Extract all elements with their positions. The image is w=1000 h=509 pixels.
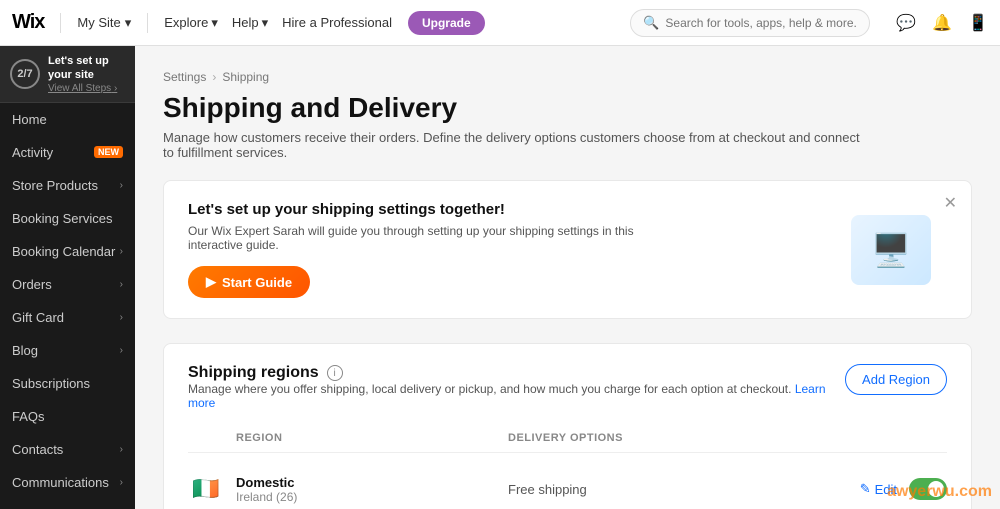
nav-divider-2 (147, 13, 148, 33)
breadcrumb-separator: › (212, 70, 216, 84)
sidebar-item-store-products[interactable]: Store Products › (0, 169, 135, 202)
sidebar-item-communications[interactable]: Communications › (0, 466, 135, 499)
phone-icon[interactable]: 📱 (968, 13, 988, 33)
my-site-label: My Site (77, 15, 120, 30)
search-bar[interactable]: 🔍 (630, 9, 870, 37)
section-title-row: Shipping regions i (188, 364, 845, 382)
breadcrumb-settings[interactable]: Settings (163, 70, 206, 84)
top-navigation: Wix My Site ▾ Explore▾ Help▾ Hire a Prof… (0, 0, 1000, 46)
domestic-region-sub: Ireland (26) (236, 490, 508, 504)
ireland-flag: 🇮🇪 (188, 471, 224, 507)
view-all-steps-link[interactable]: View All Steps › (48, 83, 125, 94)
chevron-right-icon: › (120, 444, 123, 455)
setup-progress-bar[interactable]: 2/7 Let's set up your site View All Step… (0, 46, 135, 103)
banner-content: Let's set up your shipping settings toge… (188, 201, 688, 298)
main-layout: 2/7 Let's set up your site View All Step… (0, 46, 1000, 509)
chevron-right-icon: › (120, 345, 123, 356)
add-region-button[interactable]: Add Region (845, 364, 947, 395)
setup-progress-circle: 2/7 (10, 59, 40, 89)
col-delivery-header: DELIVERY OPTIONS (508, 432, 947, 444)
nav-links: Explore▾ Help▾ Hire a Professional (164, 15, 392, 31)
region-row-domestic: 🇮🇪 Domestic Ireland (26) Free shipping ✎… (188, 457, 947, 509)
domestic-edit-button[interactable]: ✎ Edit (860, 481, 897, 497)
shipping-regions-desc: Manage where you offer shipping, local d… (188, 382, 845, 410)
domestic-region-name: Domestic (236, 475, 508, 490)
shipping-regions-title-block: Shipping regions i Manage where you offe… (188, 364, 845, 426)
sidebar-item-automations[interactable]: Automations (0, 499, 135, 509)
domestic-toggle[interactable] (909, 478, 947, 500)
sidebar-item-blog[interactable]: Blog › (0, 334, 135, 367)
setup-text-block: Let's set up your site View All Steps › (48, 54, 125, 94)
bell-icon[interactable]: 🔔 (932, 13, 952, 33)
toggle-knob (928, 481, 944, 497)
start-guide-icon: ▶ (206, 274, 216, 290)
domestic-delivery-options: Free shipping (508, 482, 860, 497)
sidebar-item-booking-services[interactable]: Booking Services (0, 202, 135, 235)
shipping-regions-header: Shipping regions i Manage where you offe… (188, 364, 947, 426)
sidebar-item-home[interactable]: Home (0, 103, 135, 136)
setup-title: Let's set up your site (48, 54, 125, 83)
main-content: Settings › Shipping Shipping and Deliver… (135, 46, 1000, 509)
banner-illustration-icon: 🖥️ (871, 231, 911, 269)
banner-desc: Our Wix Expert Sarah will guide you thro… (188, 224, 688, 252)
sidebar-item-contacts[interactable]: Contacts › (0, 433, 135, 466)
banner-image: 🖥️ (851, 215, 931, 285)
close-banner-button[interactable]: ✕ (944, 193, 957, 213)
pencil-icon: ✎ (860, 481, 871, 497)
sidebar-item-orders[interactable]: Orders › (0, 268, 135, 301)
nav-icons: 💬 🔔 📱 (896, 13, 988, 33)
explore-nav-link[interactable]: Explore▾ (164, 15, 218, 31)
shipping-regions-section: Shipping regions i Manage where you offe… (163, 343, 972, 509)
chevron-right-icon: › (120, 180, 123, 191)
chevron-right-icon: › (120, 279, 123, 290)
wix-logo: Wix (12, 11, 44, 34)
domestic-region-info: Domestic Ireland (26) (236, 475, 508, 504)
col-region-header: REGION (188, 432, 508, 444)
nav-divider (60, 13, 61, 33)
regions-table-header: REGION DELIVERY OPTIONS (188, 432, 947, 453)
page-title: Shipping and Delivery (163, 92, 972, 124)
setup-banner: Let's set up your shipping settings toge… (163, 180, 972, 319)
my-site-button[interactable]: My Site ▾ (77, 15, 131, 31)
breadcrumb: Settings › Shipping (163, 70, 972, 84)
upgrade-button[interactable]: Upgrade (408, 11, 485, 35)
shipping-regions-title: Shipping regions (188, 364, 319, 382)
search-icon: 🔍 (643, 15, 659, 31)
chevron-right-icon: › (120, 246, 123, 257)
sidebar-item-activity[interactable]: Activity NEW (0, 136, 135, 169)
banner-title: Let's set up your shipping settings toge… (188, 201, 688, 218)
chevron-right-icon: › (120, 477, 123, 488)
activity-badge: NEW (94, 146, 123, 158)
help-nav-link[interactable]: Help▾ (232, 15, 268, 31)
chevron-down-icon: ▾ (125, 15, 132, 31)
domestic-region-actions: ✎ Edit (860, 478, 947, 500)
chat-icon[interactable]: 💬 (896, 13, 916, 33)
info-icon[interactable]: i (327, 365, 343, 381)
sidebar-item-booking-calendar[interactable]: Booking Calendar › (0, 235, 135, 268)
hire-nav-link[interactable]: Hire a Professional (282, 15, 392, 30)
start-guide-button[interactable]: ▶ Start Guide (188, 266, 310, 298)
breadcrumb-current: Shipping (222, 70, 269, 84)
chevron-right-icon: › (120, 312, 123, 323)
search-input[interactable] (665, 16, 857, 30)
page-subtitle: Manage how customers receive their order… (163, 130, 863, 160)
sidebar-item-gift-card[interactable]: Gift Card › (0, 301, 135, 334)
sidebar-item-subscriptions[interactable]: Subscriptions (0, 367, 135, 400)
sidebar: 2/7 Let's set up your site View All Step… (0, 46, 135, 509)
sidebar-item-faqs[interactable]: FAQs (0, 400, 135, 433)
